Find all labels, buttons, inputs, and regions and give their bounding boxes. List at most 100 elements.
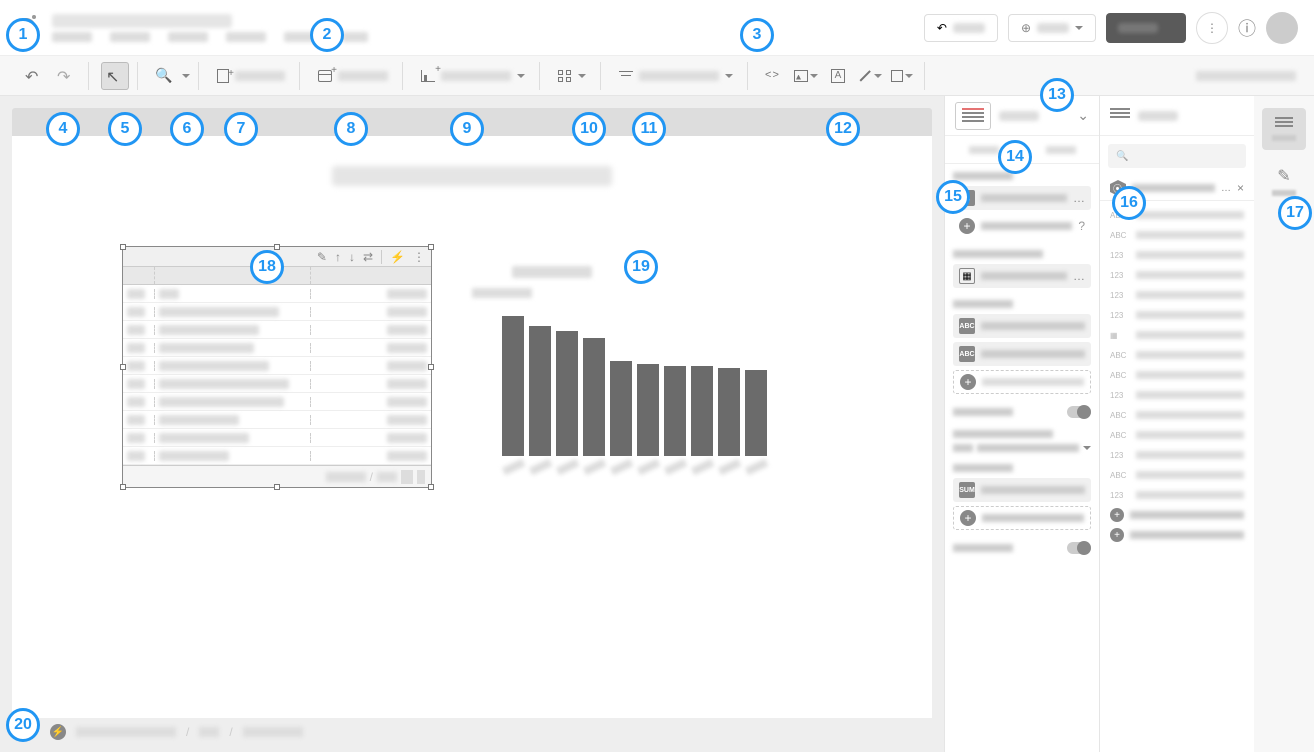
axis-tick-label bbox=[745, 459, 768, 476]
bar-chart-component[interactable] bbox=[472, 266, 802, 476]
canvas-wrap: ✎ ↑ ↓ ⇄ ⚡ ⋮ bbox=[0, 96, 944, 752]
edit-icon: ✎ bbox=[959, 190, 975, 206]
data-source-field[interactable]: ✎ … bbox=[953, 186, 1091, 210]
select-tool-button[interactable] bbox=[101, 62, 129, 90]
menu-bar bbox=[52, 32, 368, 42]
field-item[interactable]: ABC bbox=[1110, 405, 1244, 425]
add-chart-button[interactable] bbox=[415, 62, 531, 90]
shape-button[interactable] bbox=[888, 62, 916, 90]
undo-button[interactable] bbox=[20, 62, 48, 90]
data-fields-panel: … × ABCABC123123123123▦ABCABC123ABCABC12… bbox=[1099, 96, 1254, 752]
chart-bar bbox=[529, 326, 551, 456]
table-bolt-icon[interactable]: ⚡ bbox=[381, 250, 405, 264]
zoom-button[interactable] bbox=[150, 62, 178, 90]
image-button[interactable] bbox=[792, 62, 820, 90]
add-data-label bbox=[338, 71, 388, 81]
status-bolt-icon[interactable]: ⚡ bbox=[50, 724, 66, 740]
tab-setup[interactable] bbox=[945, 136, 1022, 163]
chart-bar bbox=[637, 364, 659, 456]
menu-file[interactable] bbox=[52, 32, 92, 42]
add-page-button[interactable] bbox=[211, 62, 291, 90]
table-row bbox=[123, 447, 431, 465]
url-embed-button[interactable] bbox=[760, 62, 788, 90]
field-item[interactable]: ▦ bbox=[1110, 325, 1244, 345]
share-button[interactable]: ⊕ bbox=[1008, 14, 1096, 42]
sum-icon: SUM bbox=[959, 482, 975, 498]
report-canvas[interactable]: ✎ ↑ ↓ ⇄ ⚡ ⋮ bbox=[12, 136, 932, 718]
field-item[interactable]: 123 bbox=[1110, 305, 1244, 325]
add-field-button[interactable]: + bbox=[1110, 505, 1244, 525]
view-button[interactable] bbox=[1106, 13, 1186, 43]
person-add-icon: ⊕ bbox=[1021, 21, 1031, 35]
data-source-row[interactable]: … × bbox=[1100, 176, 1254, 201]
table-up-icon[interactable]: ↑ bbox=[335, 250, 341, 264]
field-item[interactable]: 123 bbox=[1110, 485, 1244, 505]
table-row bbox=[123, 393, 431, 411]
field-item[interactable]: 123 bbox=[1110, 285, 1244, 305]
field-item[interactable]: 123 bbox=[1110, 245, 1244, 265]
community-viz-button[interactable] bbox=[552, 62, 592, 90]
community-caret bbox=[578, 74, 586, 78]
report-title-input[interactable] bbox=[52, 14, 232, 28]
field-item[interactable]: ABC bbox=[1110, 425, 1244, 445]
line-button[interactable] bbox=[856, 62, 884, 90]
add-parameter-button[interactable]: + bbox=[1110, 525, 1244, 545]
field-item[interactable]: 123 bbox=[1110, 385, 1244, 405]
text-button[interactable] bbox=[824, 62, 852, 90]
help-button[interactable]: ⓘ bbox=[1238, 15, 1256, 41]
table-edit-icon[interactable]: ✎ bbox=[317, 250, 327, 264]
chart-bars bbox=[472, 306, 802, 456]
add-control-label bbox=[639, 71, 719, 81]
more-options-button[interactable]: ⋮ bbox=[1196, 12, 1228, 44]
field-item[interactable]: ABC bbox=[1110, 345, 1244, 365]
axis-tick-label bbox=[610, 459, 633, 476]
add-metric[interactable]: + bbox=[953, 506, 1091, 530]
optional-metrics-toggle[interactable] bbox=[1067, 542, 1091, 554]
redo-icon bbox=[57, 67, 75, 85]
app-logo-icon[interactable] bbox=[16, 18, 36, 38]
status-page-info bbox=[76, 727, 176, 737]
add-data-button[interactable] bbox=[312, 62, 394, 90]
close-icon[interactable]: × bbox=[1237, 181, 1244, 195]
chart-type-selector[interactable]: ⌄ bbox=[945, 96, 1099, 136]
canvas-tab-strip[interactable] bbox=[12, 108, 932, 136]
menu-help[interactable] bbox=[342, 32, 368, 42]
account-avatar[interactable] bbox=[1266, 12, 1298, 44]
table-settings-icon[interactable]: ⇄ bbox=[363, 250, 373, 264]
table-component[interactable]: ✎ ↑ ↓ ⇄ ⚡ ⋮ bbox=[122, 246, 432, 488]
undo-label bbox=[953, 23, 985, 33]
field-item[interactable]: 123 bbox=[1110, 445, 1244, 465]
field-item[interactable]: 123 bbox=[1110, 265, 1244, 285]
menu-insert[interactable] bbox=[226, 32, 266, 42]
table-more-icon[interactable]: ⋮ bbox=[413, 250, 425, 264]
add-data-source[interactable]: + ? bbox=[953, 214, 1091, 238]
table-down-icon[interactable]: ↓ bbox=[349, 250, 355, 264]
menu-edit[interactable] bbox=[110, 32, 150, 42]
field-item[interactable]: ABC bbox=[1110, 205, 1244, 225]
redo-button[interactable] bbox=[52, 62, 80, 90]
table-row bbox=[123, 357, 431, 375]
header-undo-button[interactable]: ↶ bbox=[924, 14, 998, 42]
field-item[interactable]: ABC bbox=[1110, 365, 1244, 385]
sidebar-data-tab[interactable] bbox=[1262, 108, 1306, 150]
add-dimension[interactable]: + bbox=[953, 370, 1091, 394]
field-item[interactable]: ABC bbox=[1110, 465, 1244, 485]
date-range-field[interactable]: ▦ … bbox=[953, 264, 1091, 288]
logo-area bbox=[16, 14, 368, 42]
field-item[interactable]: ABC bbox=[1110, 225, 1244, 245]
metric-field[interactable]: SUM bbox=[953, 478, 1091, 502]
dimension-field-2[interactable]: ABC bbox=[953, 342, 1091, 366]
menu-view[interactable] bbox=[168, 32, 208, 42]
sidebar-edit-tab[interactable]: ✎ bbox=[1262, 160, 1306, 202]
drill-down-toggle[interactable] bbox=[1067, 406, 1091, 418]
field-search-input[interactable] bbox=[1108, 144, 1246, 168]
help-icon[interactable]: ? bbox=[1078, 219, 1085, 233]
add-control-button[interactable] bbox=[613, 62, 739, 90]
axis-tick-label bbox=[556, 459, 579, 476]
menu-page[interactable] bbox=[284, 32, 324, 42]
axis-tick-label bbox=[718, 459, 741, 476]
data-panel-header bbox=[1100, 96, 1254, 136]
dimension-field-1[interactable]: ABC bbox=[953, 314, 1091, 338]
tab-style[interactable] bbox=[1022, 136, 1099, 163]
theme-layout-button[interactable] bbox=[1190, 62, 1302, 90]
